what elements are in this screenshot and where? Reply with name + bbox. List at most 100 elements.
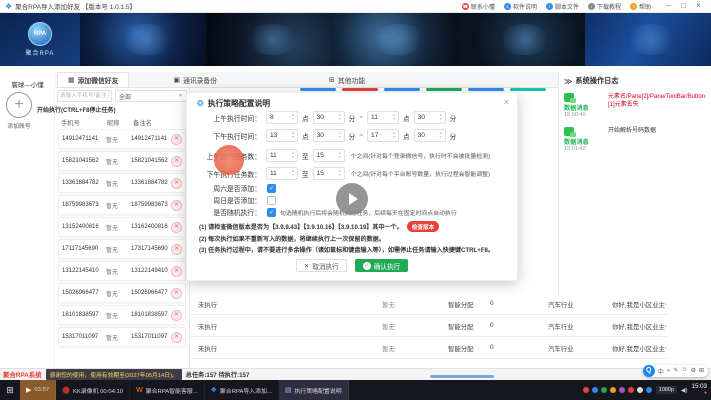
- taskbar-item[interactable]: ▶ 03:57: [20, 380, 57, 400]
- delete-icon[interactable]: ✕: [171, 331, 182, 343]
- tray-icon[interactable]: [636, 387, 643, 393]
- ime-tool-icon[interactable]: 中: [658, 367, 664, 376]
- am-count-to-stepper[interactable]: 15 ▲ ▼: [312, 149, 345, 162]
- task-table-row[interactable]: 未执行 暂无 智能分配 0 汽车行业 你好,我是小区业主什么的: [190, 315, 668, 337]
- phone-list-item[interactable]: 18759983673 暂无 18759983673 ✕: [58, 195, 186, 215]
- phone-list-item[interactable]: 14912471141 暂无 14912471141 ✕: [58, 129, 186, 149]
- minimize-button[interactable]: –: [661, 0, 676, 12]
- pm-count-from-stepper[interactable]: 11 ▲ ▼: [266, 167, 298, 180]
- pm-hour-end-stepper[interactable]: 17 ▲ ▼: [367, 129, 400, 142]
- pm-count-to-stepper[interactable]: 15 ▲ ▼: [312, 167, 345, 180]
- check-version-button[interactable]: 检查版本: [406, 221, 440, 232]
- am-hour-stepper[interactable]: 8 ▲ ▼: [266, 111, 298, 124]
- taskbar-item[interactable]: ▤ 执行策略配置说明: [278, 380, 349, 400]
- random-checkbox[interactable]: ✓: [267, 207, 276, 217]
- banner-image[interactable]: [584, 13, 711, 66]
- am-minute-stepper[interactable]: 30 ▲ ▼: [312, 111, 345, 124]
- delete-icon[interactable]: ✕: [171, 287, 182, 299]
- ime-logo-icon[interactable]: Q: [642, 365, 655, 377]
- ime-tool-icon[interactable]: ⌁: [667, 367, 671, 376]
- banner-image[interactable]: [206, 13, 333, 66]
- tray-icon[interactable]: [627, 387, 634, 393]
- tray-icon[interactable]: [618, 387, 625, 393]
- carousel-indicator[interactable]: [510, 88, 546, 91]
- phone-list-item[interactable]: 15317011097 暂无 15317011097 ✕: [58, 327, 186, 347]
- stepper-arrows-icon[interactable]: ▲ ▼: [336, 131, 344, 139]
- carousel-indicator[interactable]: [300, 88, 336, 91]
- tab[interactable]: ▦ 添加微信好友: [57, 72, 130, 87]
- tray-icon[interactable]: [609, 387, 616, 393]
- ime-tool-icon[interactable]: ⊞: [699, 367, 704, 376]
- pm-hour-stepper[interactable]: 13 ▲ ▼: [266, 129, 298, 142]
- banner-image[interactable]: [80, 13, 207, 66]
- ime-tool-icon[interactable]: ⚙: [691, 367, 696, 376]
- ime-tool-icon[interactable]: ✎: [673, 367, 678, 376]
- delete-icon[interactable]: ✕: [171, 177, 182, 189]
- phone-list-item[interactable]: 13122145410 暂无 13122149410 ✕: [58, 261, 186, 281]
- delete-icon[interactable]: ✕: [171, 243, 182, 255]
- carousel-indicator[interactable]: [426, 88, 462, 91]
- horizontal-scrollbar[interactable]: [430, 375, 494, 378]
- delete-icon[interactable]: ✕: [171, 221, 182, 233]
- delete-icon[interactable]: ✕: [171, 265, 182, 277]
- close-button[interactable]: ×: [691, 0, 706, 12]
- pm-minute-stepper[interactable]: 30 ▲ ▼: [312, 129, 345, 142]
- stepper-arrows-icon[interactable]: ▲ ▼: [336, 113, 344, 121]
- tray-icon[interactable]: [645, 387, 652, 393]
- stepper-arrows-icon[interactable]: ▲ ▼: [390, 131, 398, 139]
- stepper-arrows-icon[interactable]: ▲ ▼: [289, 131, 297, 139]
- confirm-execute-button[interactable]: ✓ 确认执行: [354, 259, 409, 272]
- phone-list-item[interactable]: 17117145690 暂无 17317145690 ✕: [58, 239, 186, 259]
- phone-list-item[interactable]: 15026966477 暂无 15026966477 ✕: [58, 283, 186, 303]
- tray-icon[interactable]: [600, 387, 607, 393]
- phone-list-item[interactable]: 13361884782 暂无 13361884782 ✕: [58, 173, 186, 193]
- titlebar-menu-item[interactable]: ≡ 软件说明: [503, 2, 537, 11]
- tray-icon[interactable]: [591, 387, 598, 393]
- filter-dropdown[interactable]: 全部 ▼: [115, 90, 187, 102]
- dialog-close-icon[interactable]: ×: [504, 97, 509, 107]
- am-count-from-stepper[interactable]: 11 ▲ ▼: [266, 149, 298, 162]
- cancel-execute-button[interactable]: ✕ 取消执行: [295, 259, 347, 272]
- phone-list-item[interactable]: 18101838597 暂无 18101838597 ✕: [58, 305, 186, 325]
- banner-image[interactable]: [332, 13, 459, 66]
- task-table-row[interactable]: 未执行 暂无 智能分配 0 汽车行业 你好,我是小区业主什么的: [190, 337, 668, 359]
- phone-list-item[interactable]: 15821041562 暂无 15821041562 ✕: [58, 151, 186, 171]
- ime-tool-icon[interactable]: ☺: [681, 367, 687, 376]
- stepper-arrows-icon[interactable]: ▲ ▼: [437, 113, 445, 121]
- am-hour-end-stepper[interactable]: 11 ▲ ▼: [367, 111, 400, 124]
- am-minute-end-stepper[interactable]: 30 ▲ ▼: [413, 111, 446, 124]
- carousel-indicator[interactable]: [384, 88, 420, 91]
- titlebar-menu-item[interactable]: ☎ 联系小懂: [461, 2, 495, 11]
- collapse-icon[interactable]: ≫: [564, 77, 572, 86]
- tray-icon[interactable]: [582, 387, 589, 393]
- saturday-checkbox[interactable]: ✓: [267, 183, 276, 193]
- delete-icon[interactable]: ✕: [171, 155, 182, 167]
- tab[interactable]: ▣ 通讯录备份: [163, 72, 227, 87]
- stepper-arrows-icon[interactable]: ▲ ▼: [336, 151, 344, 159]
- add-account-button[interactable]: +: [6, 92, 32, 118]
- carousel-indicator[interactable]: [342, 88, 378, 91]
- stepper-arrows-icon[interactable]: ▲ ▼: [437, 131, 445, 139]
- pm-minute-end-stepper[interactable]: 30 ▲ ▼: [413, 129, 446, 142]
- start-button[interactable]: ⊞: [0, 380, 20, 400]
- banner-image[interactable]: [458, 13, 585, 66]
- stepper-arrows-icon[interactable]: ▲ ▼: [289, 151, 297, 159]
- taskbar-item[interactable]: ❖ 聚合RPA导入添加...: [205, 380, 279, 400]
- taskbar-clock[interactable]: 15:03 ●: [692, 383, 707, 396]
- maximize-button[interactable]: □: [676, 0, 691, 12]
- resolution-chip[interactable]: 1080p: [655, 386, 677, 394]
- stepper-arrows-icon[interactable]: ▲ ▼: [336, 169, 344, 177]
- titlebar-menu-item[interactable]: ↓ 下载教程: [587, 2, 621, 11]
- stepper-arrows-icon[interactable]: ▲ ▼: [390, 113, 398, 121]
- delete-icon[interactable]: ✕: [171, 199, 182, 211]
- delete-icon[interactable]: ✕: [171, 133, 182, 145]
- titlebar-menu-item[interactable]: ? 帮助: [629, 2, 651, 11]
- phone-list-item[interactable]: 13152400816 暂无 13162400816 ✕: [58, 217, 186, 237]
- search-input[interactable]: [57, 90, 112, 102]
- titlebar-menu-item[interactable]: i 脚本文件: [545, 2, 579, 11]
- taskbar-item[interactable]: W 聚合RPA智能客服...: [130, 380, 205, 400]
- carousel-indicator[interactable]: [468, 88, 504, 91]
- speaker-icon[interactable]: ◀): [681, 387, 688, 394]
- execute-hint[interactable]: 开始执行(CTRL+F8停止任务): [37, 105, 116, 114]
- delete-icon[interactable]: ✕: [171, 309, 182, 321]
